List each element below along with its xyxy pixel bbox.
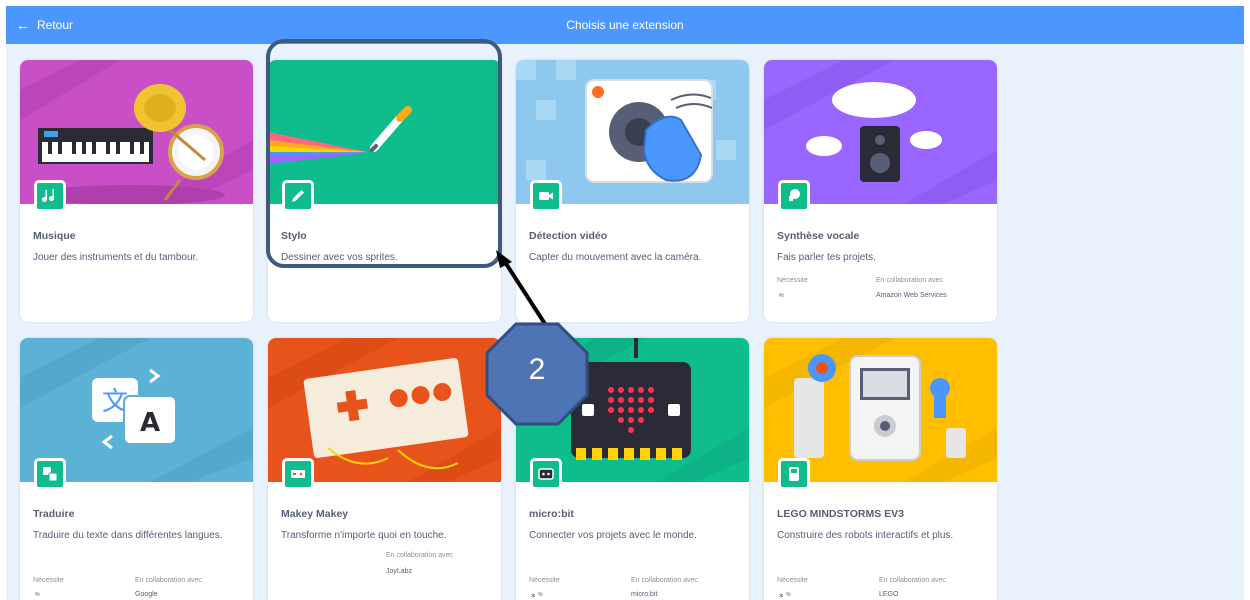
annotation-arrow <box>496 250 549 329</box>
step-number: 2 <box>528 353 546 386</box>
